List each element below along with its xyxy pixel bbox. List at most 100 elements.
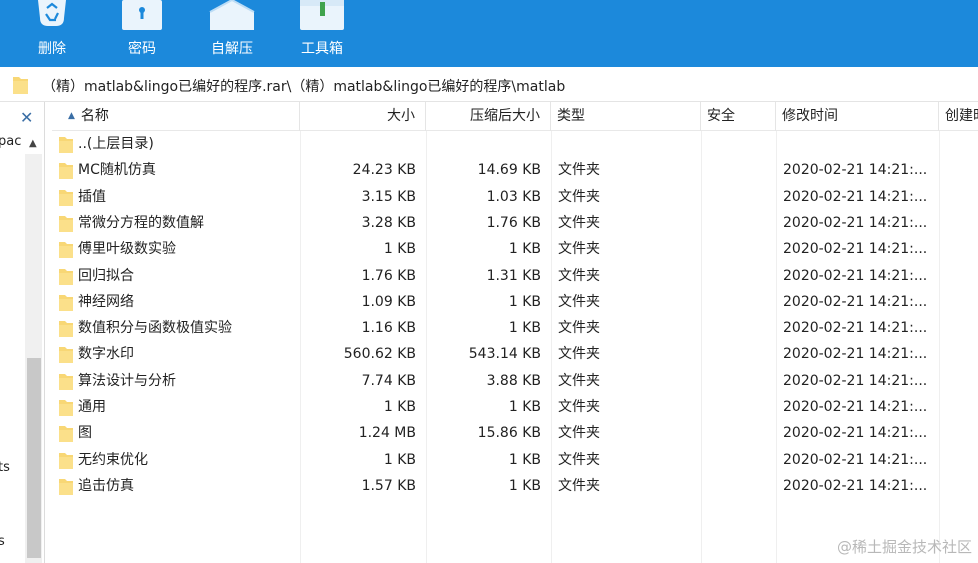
folder-icon (59, 347, 73, 364)
password-button[interactable]: 密码 (112, 0, 172, 67)
close-pane-button[interactable]: ✕ (20, 108, 33, 127)
column-header-packed-size[interactable]: 压缩后大小 (426, 102, 551, 131)
table-row[interactable]: 图 1.24 MB 15.86 KB 文件夹 2020-02-21 14:21:... (52, 420, 978, 446)
file-size: 3.28 KB (361, 214, 416, 231)
table-row[interactable]: 常微分方程的数值解 3.28 KB 1.76 KB 文件夹 2020-02-21 14:… (52, 210, 978, 236)
file-name: ..(上层目录) (78, 136, 154, 152)
file-type: 文件夹 (558, 346, 600, 363)
column-header-modified[interactable]: 修改时间 (776, 102, 939, 131)
file-modified: 2020-02-21 14:21:... (783, 293, 928, 310)
file-packed-size: 1.03 KB (486, 188, 541, 205)
table-row[interactable]: 数值积分与函数极值实验 1.16 KB 1 KB 文件夹 2020-02-21 14:2… (52, 315, 978, 341)
file-packed-size: 1.76 KB (486, 214, 541, 231)
file-type: 文件夹 (558, 188, 600, 205)
folder-icon (59, 426, 73, 443)
folder-icon (59, 373, 73, 390)
file-size: 1 KB (383, 451, 416, 468)
file-name: MC随机仿真 (78, 162, 156, 179)
file-size: 560.62 KB (343, 346, 416, 363)
file-packed-size: 15.86 KB (477, 425, 541, 442)
file-name: 追击仿真 (78, 477, 134, 494)
column-header-type[interactable]: 类型 (551, 102, 701, 131)
column-header-name[interactable]: ▲ 名称 (52, 102, 300, 131)
file-packed-size: 1.31 KB (486, 267, 541, 284)
file-modified: 2020-02-21 14:21:... (783, 214, 928, 231)
file-name: 无约束优化 (78, 451, 148, 468)
lock-icon (122, 0, 162, 30)
file-modified: 2020-02-21 14:21:... (783, 372, 928, 389)
file-packed-size: 1 KB (508, 477, 541, 494)
table-row[interactable]: 神经网络 1.09 KB 1 KB 文件夹 2020-02-21 14:21:... (52, 289, 978, 315)
table-row[interactable]: 傅里叶级数实验 1 KB 1 KB 文件夹 2020-02-21 14:21:... (52, 236, 978, 262)
file-type: 文件夹 (558, 214, 600, 231)
table-row[interactable]: ..(上层目录) (52, 131, 978, 157)
toolbox-button[interactable]: 工具箱 (292, 0, 352, 67)
file-type: 文件夹 (558, 477, 600, 494)
delete-button[interactable]: 删除 (22, 0, 82, 67)
file-modified: 2020-02-21 14:21:... (783, 399, 928, 415)
file-packed-size (426, 131, 541, 157)
folder-icon (59, 215, 73, 232)
folder-icon (59, 189, 73, 206)
file-name: 通用 (78, 399, 106, 415)
file-modified: 2020-02-21 14:21:... (783, 425, 928, 442)
tree-item-label[interactable]: pac (0, 134, 21, 149)
scroll-up-icon[interactable]: ▲ (29, 138, 37, 149)
file-name: 回归拟合 (78, 267, 134, 284)
address-bar[interactable]: （精）matlab&lingo已编好的程序.rar\（精）matlab&ling… (0, 67, 978, 102)
file-type: 文件夹 (558, 241, 600, 258)
folder-icon (59, 400, 73, 416)
file-modified: 2020-02-21 14:21:... (783, 451, 928, 468)
toolbox-label: 工具箱 (301, 41, 343, 57)
table-row[interactable]: 回归拟合 1.76 KB 1.31 KB 文件夹 2020-02-21 14:21:..… (52, 263, 978, 289)
column-header-security[interactable]: 安全 (701, 102, 776, 131)
folder-icon (13, 77, 28, 94)
folder-icon (59, 242, 73, 259)
file-packed-size: 543.14 KB (468, 346, 541, 363)
delete-label: 删除 (38, 41, 66, 57)
sort-ascending-icon: ▲ (68, 111, 75, 121)
file-size (300, 131, 416, 157)
folder-tree-pane: ✕ pac ▲ ts s (0, 102, 45, 563)
file-modified (783, 131, 943, 157)
table-row[interactable]: MC随机仿真 24.23 KB 14.69 KB 文件夹 2020-02-21 14:2… (52, 157, 978, 183)
tree-item-label[interactable]: ts (0, 460, 10, 475)
file-type: 文件夹 (558, 293, 600, 310)
self-extract-button[interactable]: 自解压 (200, 0, 264, 67)
file-packed-size: 14.69 KB (477, 162, 541, 179)
table-row[interactable]: 无约束优化 1 KB 1 KB 文件夹 2020-02-21 14:21:... (52, 447, 978, 473)
column-header-size[interactable]: 大小 (300, 102, 426, 131)
column-header-created[interactable]: 创建时间 (939, 102, 978, 131)
file-size: 1.57 KB (361, 477, 416, 494)
file-list: ..(上层目录) MC随机仿真 24.23 KB 14.69 KB 文件夹 2020-02… (52, 131, 978, 563)
file-type: 文件夹 (558, 425, 600, 442)
file-size: 1.16 KB (361, 320, 416, 337)
file-name: 图 (78, 425, 92, 442)
file-packed-size: 1 KB (508, 241, 541, 258)
tree-scrollbar-thumb[interactable] (27, 358, 41, 558)
file-modified: 2020-02-21 14:21:... (783, 241, 928, 258)
table-row[interactable]: 数字水印 560.62 KB 543.14 KB 文件夹 2020-02-21 14:2… (52, 341, 978, 367)
file-modified: 2020-02-21 14:21:... (783, 477, 928, 494)
file-name: 傅里叶级数实验 (78, 241, 176, 258)
table-row[interactable]: 通用 1 KB 1 KB 文件夹 2020-02-21 14:21:... (52, 394, 978, 420)
file-size: 1.24 MB (358, 425, 416, 442)
folder-icon (59, 294, 73, 311)
file-type: 文件夹 (558, 267, 600, 284)
file-modified: 2020-02-21 14:21:... (783, 162, 928, 179)
file-list-header: ▲名称 大小 压缩后大小 类型 安全 修改时间 创建时间 (52, 102, 978, 131)
tree-item-label[interactable]: s (0, 534, 5, 549)
watermark: @稀土掘金技术社区 (836, 538, 972, 556)
table-row[interactable]: 算法设计与分析 7.74 KB 3.88 KB 文件夹 2020-02-21 14:21… (52, 368, 978, 394)
file-size: 7.74 KB (361, 372, 416, 389)
file-size: 1.76 KB (361, 267, 416, 284)
file-packed-size: 1 KB (508, 399, 541, 415)
file-type: 文件夹 (558, 451, 600, 468)
file-modified: 2020-02-21 14:21:... (783, 346, 928, 363)
file-modified: 2020-02-21 14:21:... (783, 188, 928, 205)
table-row[interactable]: 插值 3.15 KB 1.03 KB 文件夹 2020-02-21 14:21:... (52, 184, 978, 210)
table-row[interactable]: 追击仿真 1.57 KB 1 KB 文件夹 2020-02-21 14:21:... (52, 473, 978, 499)
file-name: 插值 (78, 188, 106, 205)
file-size: 1 KB (383, 399, 416, 415)
folder-icon (59, 478, 73, 495)
